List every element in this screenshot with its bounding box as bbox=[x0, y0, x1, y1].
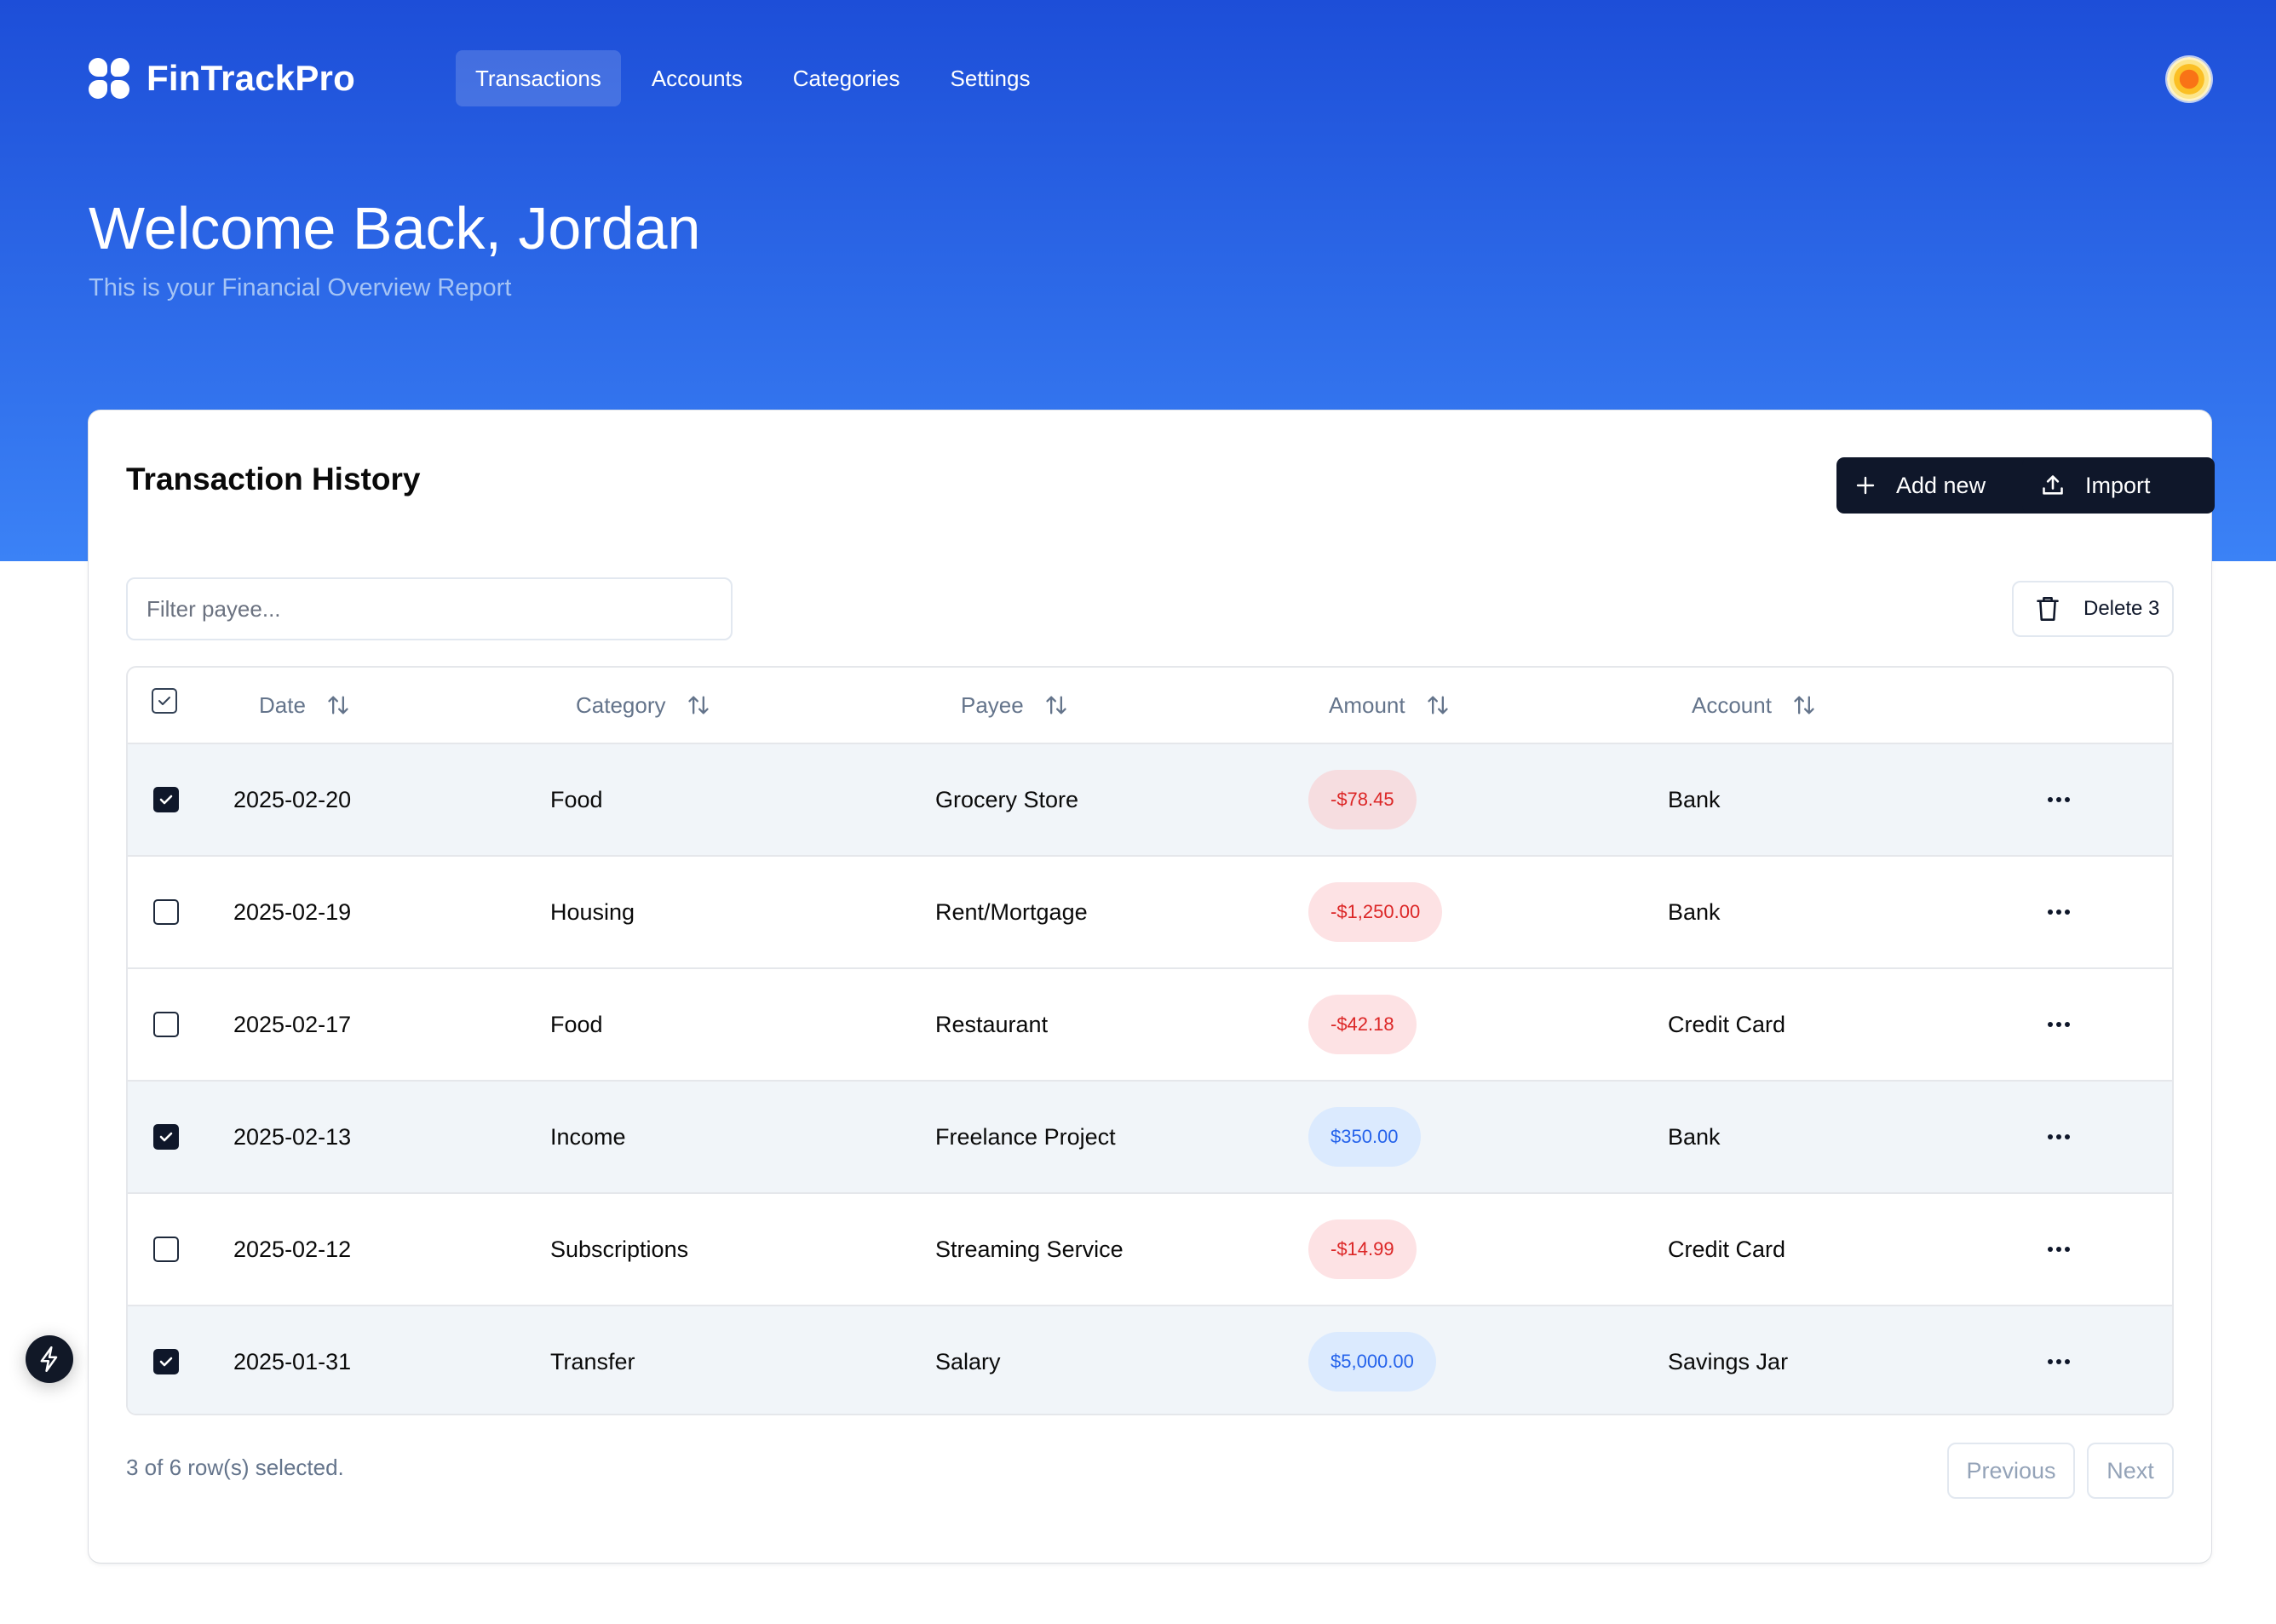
cell-account: Bank bbox=[1668, 899, 1721, 925]
table-row[interactable]: 2025-02-12 Subscriptions Streaming Service… bbox=[128, 1194, 2172, 1306]
nav-item-settings[interactable]: Settings bbox=[931, 50, 1050, 106]
cell-category: Subscriptions bbox=[550, 1237, 689, 1262]
cell-category: Income bbox=[550, 1124, 626, 1150]
cell-payee: Freelance Project bbox=[935, 1124, 1116, 1150]
cell-date: 2025-02-12 bbox=[233, 1237, 352, 1262]
column-header-account[interactable]: Account bbox=[1692, 668, 1816, 743]
amount-badge: -$14.99 bbox=[1308, 1219, 1417, 1279]
amount-badge: $350.00 bbox=[1308, 1107, 1421, 1167]
cell-date: 2025-02-20 bbox=[233, 787, 352, 812]
nav-item-accounts[interactable]: Accounts bbox=[632, 50, 762, 106]
cell-payee: Grocery Store bbox=[935, 787, 1079, 812]
app-logo[interactable]: FinTrackPro bbox=[89, 58, 355, 99]
cell-account: Credit Card bbox=[1668, 1237, 1786, 1262]
welcome-heading: Welcome Back, Jordan bbox=[89, 195, 701, 261]
cell-category: Food bbox=[550, 787, 603, 812]
table-row[interactable]: 2025-02-17 Food Restaurant Credit Card -$42.… bbox=[128, 969, 2172, 1082]
more-horizontal-icon[interactable] bbox=[2048, 1131, 2070, 1143]
trash-icon bbox=[2037, 597, 2059, 621]
column-header-amount[interactable]: Amount bbox=[1329, 668, 1450, 743]
column-header-category[interactable]: Category bbox=[576, 668, 710, 743]
more-horizontal-icon[interactable] bbox=[2048, 1243, 2070, 1255]
cell-date: 2025-02-17 bbox=[233, 1012, 352, 1037]
amount-badge: $5,000.00 bbox=[1308, 1332, 1436, 1392]
cell-account: Credit Card bbox=[1668, 1012, 1786, 1037]
cell-category: Housing bbox=[550, 899, 635, 925]
cell-date: 2025-01-31 bbox=[233, 1349, 352, 1374]
amount-badge: -$42.18 bbox=[1308, 995, 1417, 1054]
import-button[interactable]: Import bbox=[2022, 457, 2215, 514]
transaction-history-card: Transaction History Add new Import Delet… bbox=[89, 410, 2215, 1563]
cell-payee: Streaming Service bbox=[935, 1237, 1124, 1262]
cell-date: 2025-02-19 bbox=[233, 899, 352, 925]
welcome-subtitle: This is your Financial Overview Report bbox=[89, 274, 512, 301]
cell-payee: Salary bbox=[935, 1349, 1001, 1374]
upload-icon bbox=[2043, 475, 2063, 495]
card-title: Transaction History bbox=[126, 462, 421, 496]
table-row[interactable]: 2025-01-31 Transfer Salary Savings Jar $5,00… bbox=[128, 1306, 2172, 1414]
table-row[interactable]: 2025-02-13 Income Freelance Project Bank $35… bbox=[128, 1082, 2172, 1194]
row-checkbox[interactable] bbox=[153, 787, 179, 812]
next-page-button[interactable]: Next bbox=[2087, 1443, 2174, 1499]
sort-arrows-icon bbox=[1046, 696, 1066, 714]
amount-badge: -$1,250.00 bbox=[1308, 882, 1443, 942]
row-checkbox[interactable] bbox=[153, 899, 179, 925]
row-checkbox[interactable] bbox=[153, 1124, 179, 1150]
import-label: Import bbox=[2085, 472, 2151, 498]
row-checkbox[interactable] bbox=[153, 1012, 179, 1037]
select-all-checkbox[interactable] bbox=[152, 688, 177, 714]
clover-logo-icon bbox=[89, 58, 129, 99]
more-horizontal-icon[interactable] bbox=[2048, 794, 2070, 806]
cell-account: Bank bbox=[1668, 1124, 1721, 1150]
previous-page-button[interactable]: Previous bbox=[1947, 1443, 2075, 1499]
top-navigation: FinTrackPro Transactions Accounts Catego… bbox=[89, 50, 1060, 106]
table-row[interactable]: 2025-02-19 Housing Rent/Mortgage Bank -$1,25… bbox=[128, 857, 2172, 969]
sort-arrows-icon bbox=[328, 696, 348, 714]
column-header-date[interactable]: Date bbox=[259, 668, 350, 743]
cell-account: Savings Jar bbox=[1668, 1349, 1789, 1374]
cell-category: Transfer bbox=[550, 1349, 635, 1374]
row-checkbox[interactable] bbox=[153, 1237, 179, 1262]
amount-badge: -$78.45 bbox=[1308, 770, 1417, 829]
table-header: Date Category Payee Amount Account bbox=[128, 668, 2172, 744]
add-new-label: Add new bbox=[1896, 472, 1986, 498]
app-name: FinTrackPro bbox=[147, 58, 355, 98]
more-horizontal-icon[interactable] bbox=[2048, 1019, 2070, 1030]
delete-selected-button[interactable]: Delete 3 bbox=[2012, 581, 2174, 637]
row-checkbox[interactable] bbox=[153, 1349, 179, 1374]
lightning-bolt-icon[interactable] bbox=[26, 1335, 73, 1383]
more-horizontal-icon[interactable] bbox=[2048, 1356, 2070, 1368]
delete-label: Delete 3 bbox=[2083, 597, 2160, 620]
filter-payee-input[interactable] bbox=[126, 577, 733, 640]
sort-arrows-icon bbox=[687, 696, 709, 714]
selection-count: 3 of 6 row(s) selected. bbox=[126, 1455, 344, 1480]
cell-payee: Rent/Mortgage bbox=[935, 899, 1088, 925]
cell-category: Food bbox=[550, 1012, 603, 1037]
plus-icon bbox=[1856, 476, 1875, 495]
user-avatar[interactable] bbox=[2167, 57, 2211, 101]
add-new-button[interactable]: Add new bbox=[1836, 457, 2053, 514]
nav-item-transactions[interactable]: Transactions bbox=[455, 50, 621, 106]
cell-date: 2025-02-13 bbox=[233, 1124, 352, 1150]
transactions-table: Date Category Payee Amount Account 2025-… bbox=[126, 666, 2174, 1415]
more-horizontal-icon[interactable] bbox=[2048, 906, 2070, 918]
sort-arrows-icon bbox=[1427, 696, 1448, 714]
column-header-payee[interactable]: Payee bbox=[961, 668, 1068, 743]
nav-item-categories[interactable]: Categories bbox=[773, 50, 920, 106]
cell-account: Bank bbox=[1668, 787, 1721, 812]
table-row[interactable]: 2025-02-20 Food Grocery Store Bank -$78.45 bbox=[128, 744, 2172, 857]
cell-payee: Restaurant bbox=[935, 1012, 1049, 1037]
sort-arrows-icon bbox=[1794, 696, 1814, 714]
